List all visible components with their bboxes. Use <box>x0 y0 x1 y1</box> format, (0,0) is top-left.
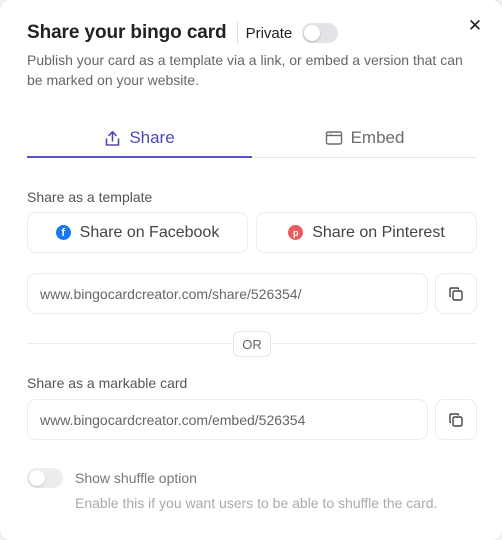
private-toggle[interactable] <box>302 23 339 43</box>
title-divider <box>236 22 238 44</box>
pinterest-icon: p <box>288 225 304 240</box>
copy-embed-url-button[interactable] <box>435 399 477 440</box>
or-divider: OR <box>27 331 477 357</box>
shuffle-toggle[interactable] <box>27 468 63 488</box>
modal-description: Publish your card as a template via a li… <box>27 52 463 88</box>
share-facebook-button[interactable]: f Share on Facebook <box>27 212 248 253</box>
active-tab-indicator <box>27 156 252 158</box>
facebook-icon: f <box>55 225 71 240</box>
shuffle-option-label: Show shuffle option <box>75 470 197 486</box>
tab-bar: Share Embed <box>27 118 477 158</box>
share-modal: Share your bingo card Private ✕ Publish … <box>0 0 502 540</box>
copy-share-url-button[interactable] <box>435 273 477 314</box>
tab-share-label: Share <box>129 128 175 147</box>
share-facebook-label: Share on Facebook <box>79 223 220 241</box>
share-pinterest-button[interactable]: p Share on Pinterest <box>256 212 477 253</box>
private-label: Private <box>245 24 293 42</box>
template-section-label: Share as a template <box>27 189 153 205</box>
close-icon: ✕ <box>467 16 483 35</box>
toggle-knob <box>29 470 45 486</box>
close-button[interactable]: ✕ <box>464 15 486 37</box>
tab-share[interactable]: Share <box>27 118 252 158</box>
browser-window-icon <box>325 131 342 145</box>
modal-title: Share your bingo card <box>27 22 227 43</box>
or-badge: OR <box>233 331 271 357</box>
share-pinterest-label: Share on Pinterest <box>312 223 445 241</box>
copy-icon <box>449 286 463 301</box>
embed-url-field[interactable]: www.bingocardcreator.com/embed/526354 <box>27 399 428 440</box>
tab-embed[interactable]: Embed <box>252 118 477 158</box>
toggle-knob <box>304 25 321 41</box>
copy-icon <box>449 412 463 427</box>
modal-header: Share your bingo card Private <box>27 22 339 44</box>
shuffle-option-description: Enable this if you want users to be able… <box>75 495 438 511</box>
share-url-field[interactable]: www.bingocardcreator.com/share/526354/ <box>27 273 428 314</box>
markable-section-label: Share as a markable card <box>27 375 188 391</box>
tab-embed-label: Embed <box>350 128 405 147</box>
share-icon <box>106 130 120 146</box>
